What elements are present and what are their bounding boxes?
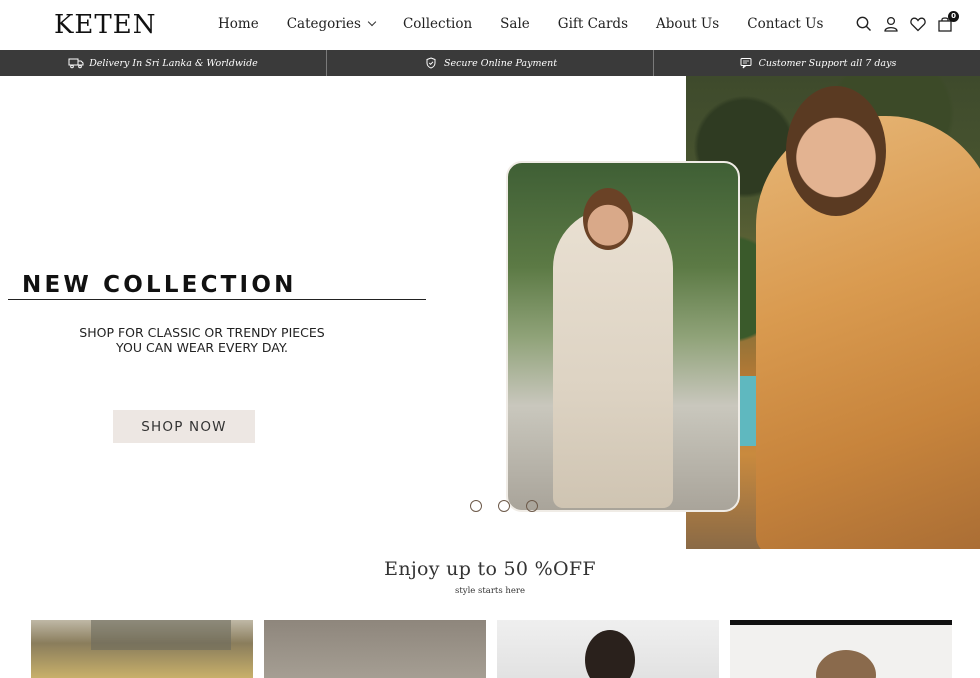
site-header: KETEN Home Categories Collection Sale Gi… xyxy=(0,0,980,50)
hero-banner: NEW COLLECTION SHOP FOR CLASSIC OR TREND… xyxy=(0,76,980,549)
bag-icon[interactable]: 0 xyxy=(936,11,959,33)
brand-logo[interactable]: KETEN xyxy=(54,10,156,40)
hero-divider xyxy=(8,299,426,300)
info-bar: Delivery In Sri Lanka & Worldwide Secure… xyxy=(0,50,980,76)
hero-title: NEW COLLECTION xyxy=(22,272,297,298)
nav-contact-us-label: Contact Us xyxy=(747,16,824,32)
chevron-down-icon xyxy=(367,17,377,27)
truck-icon xyxy=(68,58,84,69)
heart-icon[interactable] xyxy=(909,15,927,33)
hero-model-photo-card xyxy=(506,161,740,512)
header-icons: 0 xyxy=(846,11,959,33)
shop-now-button[interactable]: SHOP NOW xyxy=(113,410,255,443)
product-card-4[interactable] xyxy=(730,620,952,678)
info-payment: Secure Online Payment xyxy=(327,50,654,76)
nav-home[interactable]: Home xyxy=(218,16,259,32)
product-card-3[interactable] xyxy=(497,620,719,678)
main-nav: Home Categories Collection Sale Gift Car… xyxy=(218,16,851,32)
offer-subtitle: style starts here xyxy=(454,586,526,596)
shield-icon xyxy=(426,57,436,69)
user-icon[interactable] xyxy=(882,15,900,33)
info-payment-label: Secure Online Payment xyxy=(443,57,558,69)
nav-about-us-label: About Us xyxy=(656,16,720,32)
nav-gift-cards-label: Gift Cards xyxy=(557,16,628,32)
nav-home-label: Home xyxy=(218,16,259,32)
product-grid xyxy=(31,620,963,678)
chat-icon xyxy=(740,58,752,69)
slider-dot-1[interactable] xyxy=(470,500,482,512)
info-delivery: Delivery In Sri Lanka & Worldwide xyxy=(0,50,327,76)
nav-categories-label: Categories xyxy=(286,16,361,32)
slider-dot-2[interactable] xyxy=(498,500,510,512)
nav-categories[interactable]: Categories xyxy=(286,16,377,32)
offer-title: Enjoy up to 50 %OFF xyxy=(384,558,596,580)
hero-subtitle-line-2: YOU CAN WEAR EVERY DAY. xyxy=(116,340,288,355)
slider-dots xyxy=(470,500,554,512)
search-icon[interactable] xyxy=(855,15,873,33)
nav-contact-us[interactable]: Contact Us xyxy=(747,16,823,32)
nav-collection[interactable]: Collection xyxy=(403,16,472,32)
nav-collection-label: Collection xyxy=(402,16,473,32)
nav-sale-label: Sale xyxy=(500,16,530,32)
info-delivery-label: Delivery In Sri Lanka & Worldwide xyxy=(89,57,258,69)
slider-dot-3[interactable] xyxy=(526,500,538,512)
product-card-2[interactable] xyxy=(264,620,486,678)
hero-subtitle-line-1: SHOP FOR CLASSIC OR TRENDY PIECES xyxy=(79,325,325,340)
info-support-label: Customer Support all 7 days xyxy=(758,57,897,69)
hero-subtitle: SHOP FOR CLASSIC OR TRENDY PIECES YOU CA… xyxy=(40,325,364,355)
info-support: Customer Support all 7 days xyxy=(654,50,980,76)
nav-sale[interactable]: Sale xyxy=(500,16,530,32)
cart-count-badge: 0 xyxy=(948,11,959,22)
nav-gift-cards[interactable]: Gift Cards xyxy=(558,16,628,32)
product-card-1[interactable] xyxy=(31,620,253,678)
nav-about-us[interactable]: About Us xyxy=(656,16,719,32)
